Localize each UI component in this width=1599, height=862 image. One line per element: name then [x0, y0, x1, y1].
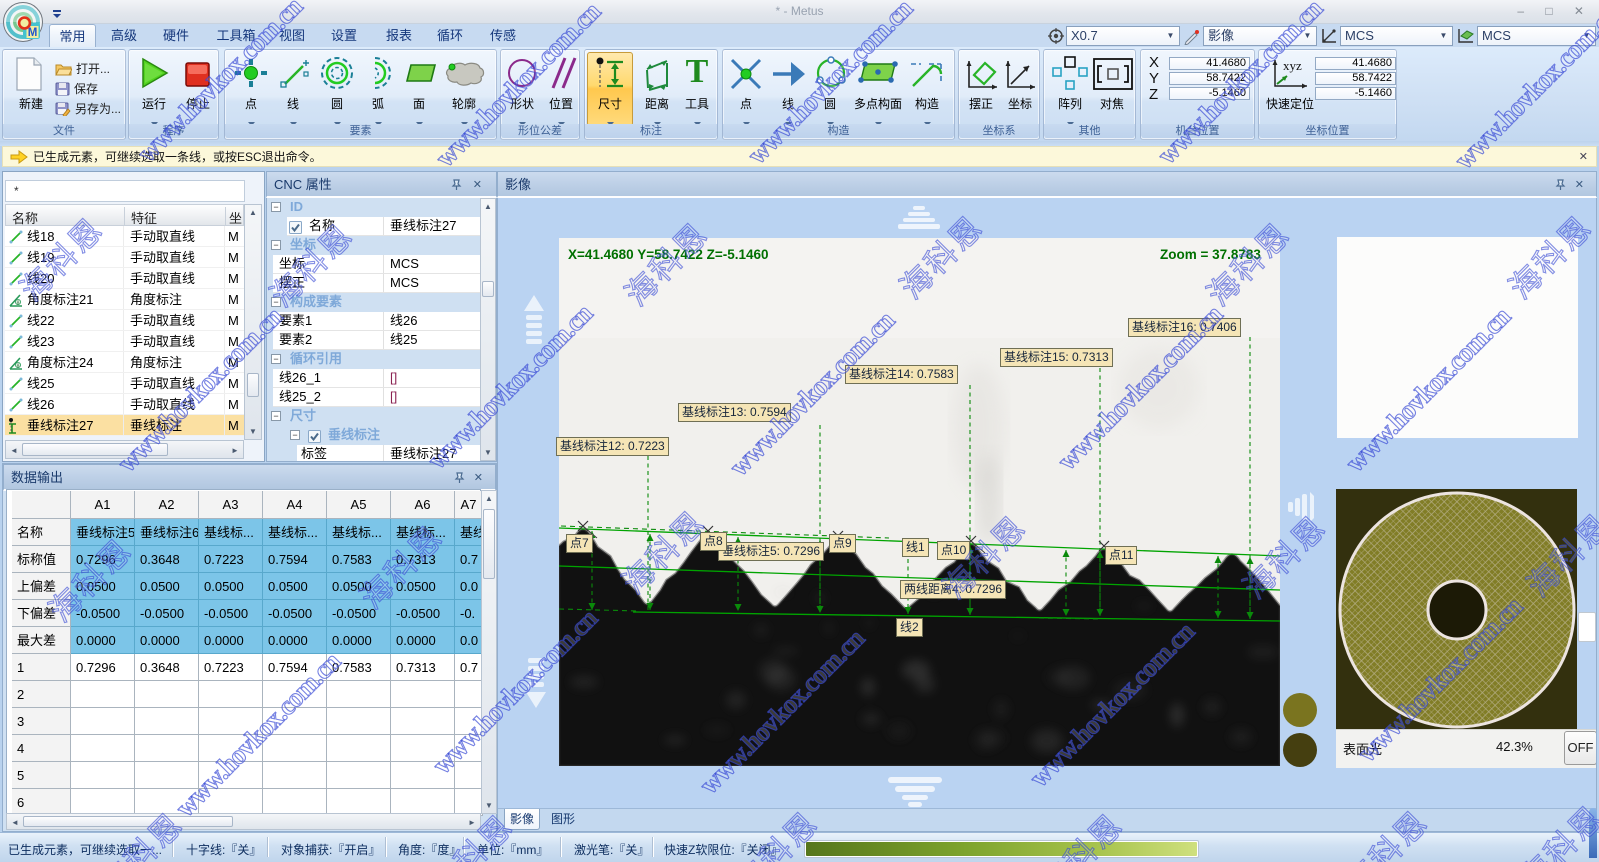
svg-text:Zoom = 37.8783: Zoom = 37.8783	[1160, 247, 1261, 262]
svg-text:X=41.4680 Y=58.7422 Z=-5.146: X=41.4680 Y=58.7422 Z=-5.1460	[568, 247, 769, 262]
svg-text:θ: θ	[17, 301, 20, 307]
svg-text:θ: θ	[17, 364, 20, 370]
svg-text:M: M	[28, 27, 38, 39]
svg-text:xyz: xyz	[1283, 58, 1302, 73]
